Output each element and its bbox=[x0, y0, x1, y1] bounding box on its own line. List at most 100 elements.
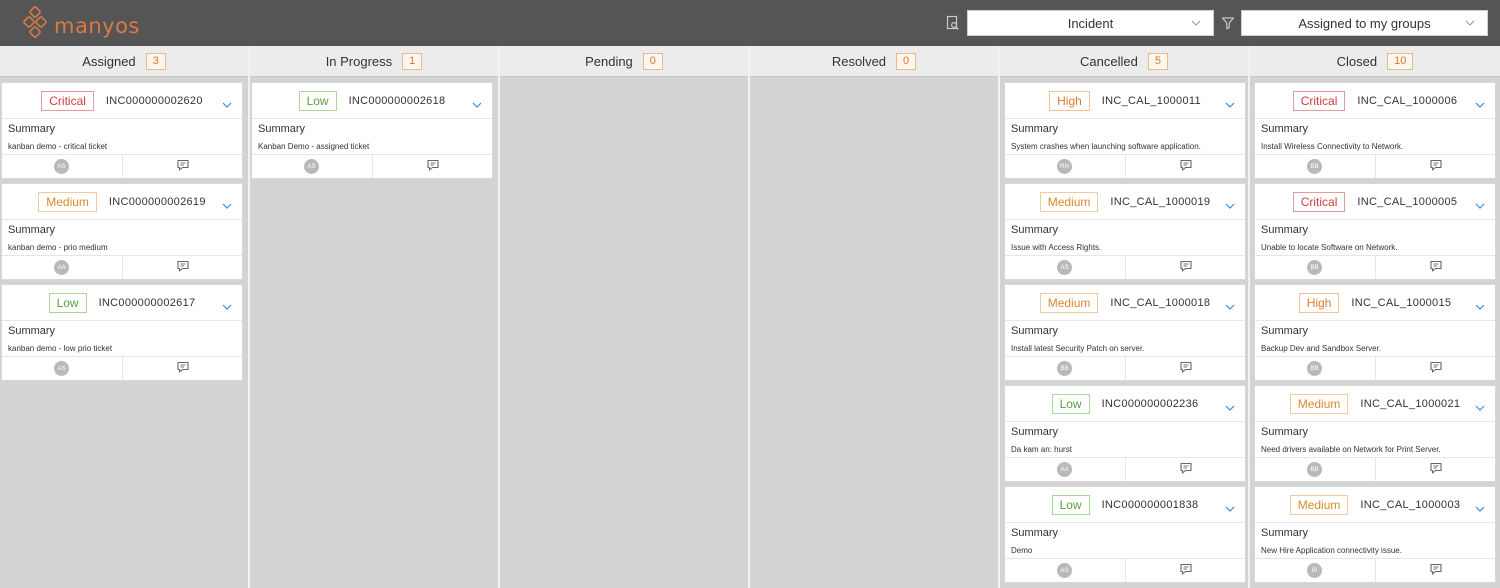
priority-badge: Low bbox=[1051, 393, 1090, 414]
chevron-down-icon[interactable] bbox=[1475, 298, 1485, 310]
filter-icon[interactable] bbox=[1221, 15, 1235, 31]
ticket-id[interactable]: INC000000002617 bbox=[99, 297, 196, 309]
avatar[interactable]: AA bbox=[54, 260, 69, 275]
ticket-card[interactable]: High INC_CAL_1000015 Summary Backup Dev and… bbox=[1254, 284, 1496, 381]
ticket-id[interactable]: INC_CAL_1000005 bbox=[1357, 196, 1457, 208]
chevron-down-icon[interactable] bbox=[1475, 197, 1485, 209]
comment-icon[interactable] bbox=[176, 158, 190, 172]
avatar[interactable]: RH bbox=[1057, 159, 1072, 174]
comment-icon[interactable] bbox=[1429, 461, 1443, 475]
ticket-card[interactable]: Medium INC_CAL_1000003 Summary New Hire App… bbox=[1254, 486, 1496, 583]
comment-icon[interactable] bbox=[1179, 562, 1193, 576]
ticket-id[interactable]: INC000000002619 bbox=[109, 196, 206, 208]
type-select[interactable]: Incident bbox=[967, 10, 1214, 36]
column-closed: Closed 10 Critical INC_CAL_1000006 Summary In… bbox=[1250, 46, 1500, 588]
priority-badge: Medium bbox=[38, 191, 97, 212]
ticket-id[interactable]: INC000000002618 bbox=[349, 95, 446, 107]
comment-icon[interactable] bbox=[176, 360, 190, 374]
avatar[interactable]: AS bbox=[1057, 260, 1072, 275]
ticket-card[interactable]: Critical INC_CAL_1000006 Summary Install Wi… bbox=[1254, 82, 1496, 179]
ticket-card[interactable]: Medium INC000000002619 Summary kanban demo … bbox=[1, 183, 243, 280]
chevron-down-icon[interactable] bbox=[222, 197, 232, 209]
ticket-id[interactable]: INC_CAL_1000019 bbox=[1110, 196, 1210, 208]
assignee-cell: BB bbox=[1255, 357, 1375, 380]
column-header: Pending 0 bbox=[500, 46, 748, 77]
priority-badge: High bbox=[1049, 90, 1090, 111]
comment-icon[interactable] bbox=[426, 158, 440, 172]
logo-mark-icon bbox=[23, 6, 47, 38]
column-count-badge: 3 bbox=[145, 52, 166, 70]
ticket-card[interactable]: Critical INC_CAL_1000005 Summary Unable to … bbox=[1254, 183, 1496, 280]
comment-icon[interactable] bbox=[1179, 259, 1193, 273]
avatar[interactable]: AA bbox=[1057, 462, 1072, 477]
chevron-down-icon[interactable] bbox=[222, 96, 232, 108]
ticket-id[interactable]: INC_CAL_1000018 bbox=[1110, 297, 1210, 309]
chevron-down-icon[interactable] bbox=[472, 96, 482, 108]
chevron-down-icon[interactable] bbox=[222, 298, 232, 310]
card-footer: BB bbox=[1255, 255, 1495, 279]
avatar[interactable]: IP bbox=[1307, 563, 1322, 578]
avatar[interactable]: BB bbox=[1307, 361, 1322, 376]
comment-icon[interactable] bbox=[1429, 158, 1443, 172]
comments-cell bbox=[1124, 256, 1246, 279]
avatar[interactable]: BB bbox=[1307, 260, 1322, 275]
comment-icon[interactable] bbox=[1429, 259, 1443, 273]
column-header: Closed 10 bbox=[1250, 46, 1500, 77]
ticket-id[interactable]: INC_CAL_1000006 bbox=[1357, 95, 1457, 107]
priority-badge: Critical bbox=[1292, 191, 1346, 212]
ticket-card[interactable]: Low INC000000002236 Summary Da kam an: hurs… bbox=[1004, 385, 1246, 482]
comment-icon[interactable] bbox=[1429, 360, 1443, 374]
ticket-id[interactable]: INC000000001838 bbox=[1102, 499, 1199, 511]
ticket-id[interactable]: INC_CAL_1000015 bbox=[1351, 297, 1451, 309]
ticket-card[interactable]: Medium INC_CAL_1000019 Summary Issue with A… bbox=[1004, 183, 1246, 280]
card-footer: RH bbox=[1005, 154, 1245, 178]
ticket-card[interactable]: Medium INC_CAL_1000021 Summary Need drivers… bbox=[1254, 385, 1496, 482]
ticket-card[interactable]: Low INC000000002617 Summary kanban demo - l… bbox=[1, 284, 243, 381]
ticket-id[interactable]: INC_CAL_1000003 bbox=[1360, 499, 1460, 511]
avatar[interactable]: AS bbox=[54, 159, 69, 174]
ticket-id[interactable]: INC000000002236 bbox=[1102, 398, 1199, 410]
chevron-down-icon[interactable] bbox=[1225, 500, 1235, 512]
avatar[interactable]: BB bbox=[1307, 462, 1322, 477]
chevron-down-icon bbox=[1191, 20, 1201, 26]
summary-text: Backup Dev and Sandbox Server. bbox=[1261, 344, 1382, 353]
group-select[interactable]: Assigned to my groups bbox=[1241, 10, 1488, 36]
comment-icon[interactable] bbox=[1179, 360, 1193, 374]
chevron-down-icon[interactable] bbox=[1475, 399, 1485, 411]
avatar[interactable]: BB bbox=[1057, 361, 1072, 376]
summary-label: Summary bbox=[1011, 123, 1059, 135]
ticket-id[interactable]: INC_CAL_1000021 bbox=[1360, 398, 1460, 410]
ticket-card[interactable]: High INC_CAL_1000011 Summary System crashes… bbox=[1004, 82, 1246, 179]
ticket-id[interactable]: INC000000002620 bbox=[106, 95, 203, 107]
column-title: Pending bbox=[585, 53, 633, 69]
comment-icon[interactable] bbox=[1429, 562, 1443, 576]
column-count-badge: 5 bbox=[1147, 52, 1168, 70]
card-footer: AS bbox=[1005, 558, 1245, 582]
summary-text: kanban demo - critical ticket bbox=[8, 142, 108, 151]
ticket-id[interactable]: INC_CAL_1000011 bbox=[1102, 95, 1201, 107]
comments-cell bbox=[121, 256, 243, 279]
comment-icon[interactable] bbox=[1179, 158, 1193, 172]
chevron-down-icon[interactable] bbox=[1475, 96, 1485, 108]
report-search-icon[interactable] bbox=[946, 15, 960, 31]
avatar[interactable]: AS bbox=[54, 361, 69, 376]
ticket-card[interactable]: Critical INC000000002620 Summary kanban dem… bbox=[1, 82, 243, 179]
chevron-down-icon[interactable] bbox=[1225, 96, 1235, 108]
comment-icon[interactable] bbox=[176, 259, 190, 273]
ticket-card[interactable]: Low INC000000002618 Summary Kanban Demo - a… bbox=[251, 82, 493, 179]
chevron-down-icon[interactable] bbox=[1225, 197, 1235, 209]
summary-label: Summary bbox=[1261, 426, 1309, 438]
summary-text: Install Wireless Connectivity to Network… bbox=[1261, 142, 1404, 151]
comment-icon[interactable] bbox=[1179, 461, 1193, 475]
avatar[interactable]: BB bbox=[1307, 159, 1322, 174]
summary-label: Summary bbox=[1011, 224, 1059, 236]
avatar[interactable]: AS bbox=[1057, 563, 1072, 578]
avatar[interactable]: AS bbox=[304, 159, 319, 174]
ticket-card[interactable]: Low INC000000001838 Summary Demo AS bbox=[1004, 486, 1246, 583]
chevron-down-icon[interactable] bbox=[1225, 298, 1235, 310]
chevron-down-icon[interactable] bbox=[1475, 500, 1485, 512]
chevron-down-icon[interactable] bbox=[1225, 399, 1235, 411]
assignee-cell: AS bbox=[252, 155, 372, 178]
column-title: In Progress bbox=[325, 53, 393, 69]
ticket-card[interactable]: Medium INC_CAL_1000018 Summary Install late… bbox=[1004, 284, 1246, 381]
